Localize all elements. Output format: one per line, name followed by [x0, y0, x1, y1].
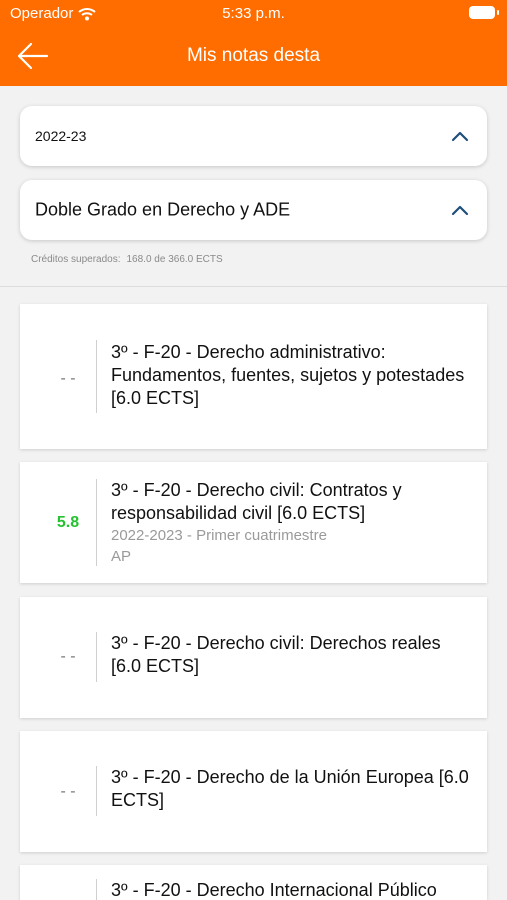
subject-info: 3º - F-20 - Derecho administrativo: Fund… — [111, 341, 471, 410]
nav-bar: Mis notas desta — [0, 28, 507, 86]
subject-status: AP — [111, 548, 132, 565]
status-time: 5:33 p.m. — [222, 5, 285, 22]
degree-selector[interactable]: Doble Grado en Derecho y ADE — [20, 180, 487, 240]
subject-period: 2022-2023 - Primer cuatrimestre — [111, 527, 327, 544]
subject-grade: 5.8 — [56, 514, 80, 531]
subject-info: 3º - F-20 - Derecho Internacional Públic… — [111, 879, 471, 900]
card-divider — [96, 766, 97, 816]
subject-card[interactable]: - - 3º - F-20 - Derecho de la Unión Euro… — [20, 731, 487, 852]
battery-icon — [469, 6, 499, 19]
status-bar: Operador 5:33 p.m. — [0, 0, 507, 28]
credits-value: 168.0 de 366.0 ECTS — [126, 254, 223, 265]
degree-label: Doble Grado en Derecho y ADE — [35, 199, 291, 220]
subject-title: 3º - F-20 - Derecho de la Unión Europea … — [111, 767, 469, 810]
app-header: Operador 5:33 p.m. Mis notas desta — [0, 0, 507, 86]
subject-info: 3º - F-20 - Derecho civil: Contratos y r… — [111, 479, 471, 567]
subject-card[interactable]: - - 3º - F-20 - Derecho civil: Derechos … — [20, 597, 487, 718]
subject-title: 3º - F-20 - Derecho administrativo: Fund… — [111, 342, 465, 408]
subject-card[interactable]: 5.8 3º - F-20 - Derecho civil: Contratos… — [20, 462, 487, 583]
subject-card[interactable]: 3º - F-20 - Derecho Internacional Públic… — [20, 865, 487, 900]
subject-grade: - - — [60, 783, 76, 800]
subject-title: 3º - F-20 - Derecho civil: Derechos real… — [111, 633, 441, 676]
card-divider — [96, 340, 97, 413]
chevron-up-icon — [451, 131, 469, 142]
subject-card[interactable]: - - 3º - F-20 - Derecho administrativo: … — [20, 304, 487, 449]
subject-grade: - - — [60, 648, 76, 665]
card-divider — [96, 632, 97, 682]
subject-grade: - - — [60, 370, 76, 387]
card-divider — [96, 879, 97, 900]
year-selector[interactable]: 2022-23 — [20, 106, 487, 166]
subject-info: 3º - F-20 - Derecho civil: Derechos real… — [111, 632, 471, 678]
subject-title: 3º - F-20 - Derecho civil: Contratos y r… — [111, 480, 402, 523]
card-divider — [96, 479, 97, 566]
divider — [0, 286, 507, 287]
subject-title: 3º - F-20 - Derecho Internacional Públic… — [111, 880, 437, 900]
chevron-up-icon — [451, 205, 469, 216]
credits-summary: Créditos superados: 168.0 de 366.0 ECTS — [31, 254, 229, 265]
credits-label: Créditos superados: — [31, 254, 121, 265]
page-title: Mis notas desta — [186, 45, 321, 66]
year-label: 2022-23 — [35, 128, 87, 144]
subject-info: 3º - F-20 - Derecho de la Unión Europea … — [111, 766, 471, 812]
